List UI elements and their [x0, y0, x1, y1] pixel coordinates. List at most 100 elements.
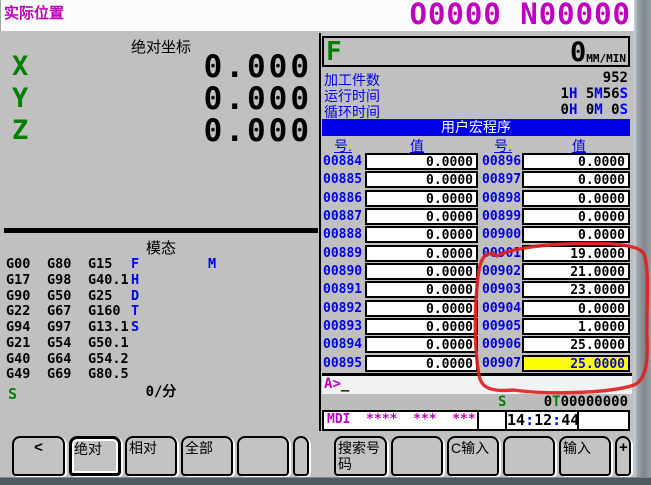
- screen-bezel-right: [634, 0, 651, 485]
- softkey-button[interactable]: +: [615, 436, 631, 476]
- cycle-time-value: 0H 0M 0S: [561, 102, 628, 118]
- prompt-gt: >: [332, 376, 340, 392]
- spindle-rate: 0/分: [4, 381, 318, 401]
- program-number: O0000 N00000: [409, 0, 631, 31]
- gcode-row: G40 G64 G54.2: [4, 352, 318, 368]
- title-bar: 实际位置 O0000 N00000: [0, 0, 635, 31]
- macro-var-number: 00905: [482, 320, 524, 334]
- gcode-value: G25: [88, 289, 133, 304]
- softkey-button[interactable]: [391, 436, 443, 476]
- macro-var-value[interactable]: 0.0000: [365, 226, 478, 243]
- softkey-button[interactable]: 全部: [181, 436, 233, 476]
- softkey-button[interactable]: <: [12, 436, 65, 476]
- page-title: 实际位置: [4, 2, 64, 23]
- modal-letter: S: [131, 320, 201, 335]
- macro-var-value[interactable]: 0.0000: [365, 281, 478, 298]
- macro-var-number: 00897: [482, 173, 524, 187]
- macro-var-value[interactable]: 21.0000: [522, 263, 630, 280]
- feed-unit: MM/MIN: [586, 52, 626, 65]
- macro-var-value[interactable]: 0.0000: [522, 208, 630, 225]
- parts-count-row: 加工件数 952: [322, 70, 630, 86]
- run-time-row: 运行时间 1H 5M56S: [322, 86, 630, 102]
- modal-letter: H: [131, 273, 201, 288]
- gcode-value: G54: [47, 336, 88, 351]
- gcode-row: G94 G97 G13.1 S: [4, 320, 318, 336]
- feed-label: F: [326, 39, 342, 65]
- macro-var-value[interactable]: 0.0000: [365, 355, 478, 372]
- gcode-value: G00: [6, 257, 47, 272]
- softkey-button[interactable]: 搜索号码: [334, 436, 387, 476]
- macro-var-value[interactable]: 0.0000: [365, 171, 478, 188]
- softkey-button[interactable]: [293, 436, 309, 476]
- macro-var-value[interactable]: 0.0000: [522, 226, 630, 243]
- feed-value-group: 0 MM/MIN: [570, 41, 626, 65]
- softkey-button[interactable]: 相对: [125, 436, 177, 476]
- macro-var-number: 00886: [323, 192, 365, 206]
- macro-var-number: 00902: [482, 265, 524, 279]
- macro-var-value[interactable]: 0.0000: [522, 171, 630, 188]
- macro-var-value[interactable]: 0.0000: [365, 318, 478, 335]
- gcode-value: G90: [6, 289, 47, 304]
- macro-var-number: 00896: [482, 155, 524, 169]
- table-row: 00890 0.0000 00902 21.0000: [322, 263, 630, 281]
- macro-var-number: 00901: [482, 247, 524, 261]
- panel-divider: [319, 33, 321, 431]
- command-prompt[interactable]: A>_: [322, 373, 632, 394]
- macro-var-number: 00906: [482, 338, 524, 352]
- macro-var-value[interactable]: 0.0000: [365, 208, 478, 225]
- parts-count-value: 952: [603, 70, 628, 86]
- spindle-s-label: S: [8, 385, 17, 403]
- axis-label: Z: [12, 115, 28, 146]
- table-row: 00884 0.0000 00896 0.0000: [322, 153, 630, 171]
- table-row: 00891 0.0000 00903 23.0000: [322, 281, 630, 299]
- macro-var-value[interactable]: 0.0000: [365, 153, 478, 170]
- axis-value: 0.000: [204, 113, 312, 149]
- gcode-row: G00 G80 G15 F M: [4, 257, 318, 273]
- table-row: 00887 0.0000 00899 0.0000: [322, 208, 630, 226]
- text-cursor: _: [341, 376, 349, 392]
- macro-var-value[interactable]: 25.0000: [522, 355, 630, 372]
- macro-var-value[interactable]: 0.0000: [365, 190, 478, 207]
- macro-var-value[interactable]: 1.0000: [522, 318, 630, 335]
- gcode-row: G22 G67 G160 T: [4, 304, 318, 320]
- gcode-value: G69: [47, 367, 88, 382]
- softkeys-left: < 绝对 相对 全部: [0, 436, 320, 478]
- macro-var-value[interactable]: 0.0000: [522, 153, 630, 170]
- macro-var-value[interactable]: 0.0000: [522, 190, 630, 207]
- macro-var-value[interactable]: 19.0000: [522, 245, 630, 262]
- table-row: 00894 0.0000 00906 25.0000: [322, 336, 630, 354]
- axis-label: X: [12, 51, 28, 82]
- modal-letter: T: [131, 304, 201, 319]
- spindle-rate-line: 0/分 S: [4, 381, 318, 397]
- softkey-button[interactable]: 输入: [559, 436, 611, 476]
- macro-var-value[interactable]: 0.0000: [365, 300, 478, 317]
- modal-rows: G00 G80 G15 F M G17 G98 G40.1 H G90 G50: [4, 257, 318, 383]
- feedrate-box: F 0 MM/MIN: [322, 36, 630, 67]
- softkey-button[interactable]: [237, 436, 289, 476]
- macro-var-value[interactable]: 23.0000: [522, 281, 630, 298]
- macro-var-value[interactable]: 0.0000: [365, 263, 478, 280]
- axis-value: 0.000: [204, 49, 312, 85]
- gcode-value: G94: [6, 320, 47, 335]
- gcode-value: G40: [6, 352, 47, 367]
- s-label: S: [498, 394, 506, 410]
- gcode-row: G17 G98 G40.1 H: [4, 273, 318, 289]
- macro-var-number: 00904: [482, 302, 524, 316]
- macro-var-value[interactable]: 25.0000: [522, 336, 630, 353]
- axis-row: Z 0.000: [4, 115, 318, 147]
- macro-var-number: 00890: [323, 265, 365, 279]
- macro-var-number: 00895: [323, 357, 365, 371]
- macro-var-value[interactable]: 0.0000: [365, 336, 478, 353]
- gcode-value: G98: [47, 273, 88, 288]
- macro-var-value[interactable]: 0.0000: [522, 300, 630, 317]
- macro-var-number: 00884: [323, 155, 365, 169]
- gcode-value: G160: [88, 304, 133, 319]
- status-segment: [579, 412, 628, 429]
- gcode-value: G50: [47, 289, 88, 304]
- modal-letter: D: [131, 289, 201, 304]
- macro-var-value[interactable]: 0.0000: [365, 245, 478, 262]
- gcode-value: G21: [6, 336, 47, 351]
- softkey-button[interactable]: 绝对: [69, 436, 121, 476]
- softkey-button[interactable]: [503, 436, 555, 476]
- softkey-button[interactable]: C输入: [447, 436, 499, 476]
